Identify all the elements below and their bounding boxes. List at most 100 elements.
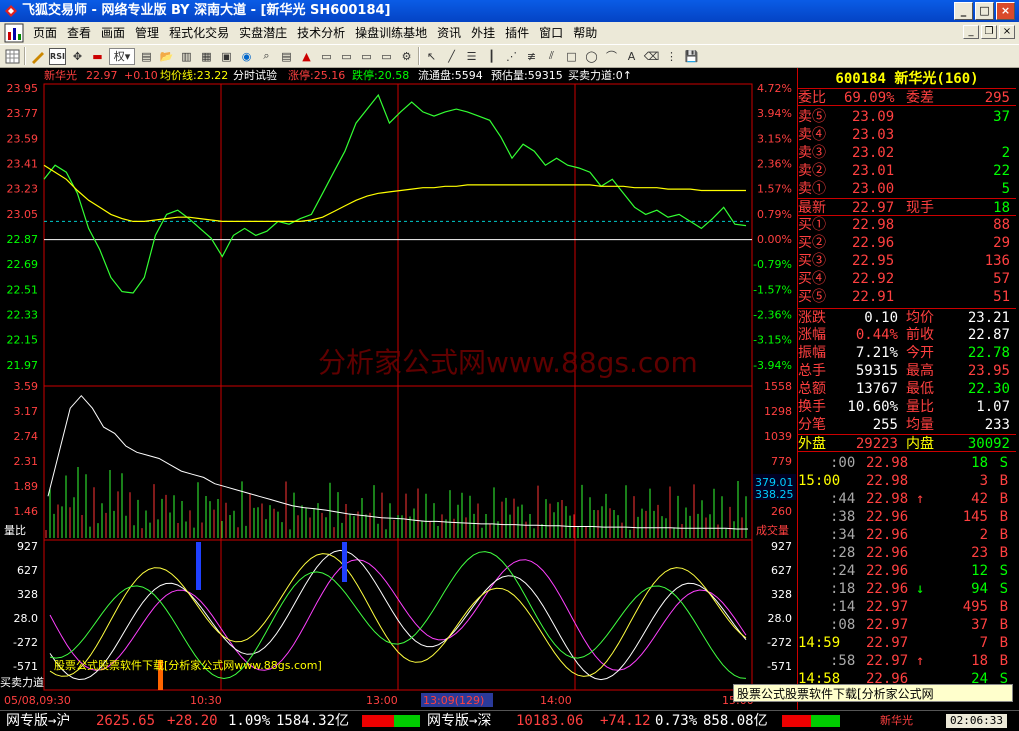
tick-volume: 37	[971, 617, 988, 633]
text-tool-icon[interactable]: A	[623, 48, 640, 65]
grid-icon[interactable]	[4, 48, 21, 65]
price-tick-label: 22.33	[7, 309, 39, 322]
parallel-tool-icon[interactable]: ⫽	[543, 48, 560, 65]
menu-training-base[interactable]: 操盘训练基地	[350, 22, 432, 44]
latest-price: 22.97	[852, 200, 895, 216]
price-line	[43, 93, 747, 294]
menu-program-trading[interactable]: 程式化交易	[164, 22, 234, 44]
vline-tool-icon[interactable]: ┃	[483, 48, 500, 65]
quote-panel: 600184 新华光(160) 委比 69.09% 委差 295 卖⑤ 23.09…	[797, 68, 1019, 710]
menu-screen[interactable]: 画面	[96, 22, 130, 44]
mdi-restore-button[interactable]: ❐	[981, 25, 997, 39]
menu-plugins[interactable]: 插件	[500, 22, 534, 44]
stat-label: 总手	[798, 363, 826, 379]
tick-price: 22.96	[866, 545, 909, 561]
rsi-icon[interactable]: RSI	[49, 47, 66, 65]
toolbar: RSI ✥ ▬ 权 ▾ ▤ 📂 ▥ ▦ ▣ ◉ ⌕ ▤ ▲ ▭ ▭ ▭ ▭ ⚙ ↖…	[0, 44, 1019, 68]
chart-app-icon[interactable]	[4, 23, 24, 43]
pct-tick-label: -1.57%	[753, 283, 792, 296]
channel-tool-icon[interactable]: ≢	[523, 48, 540, 65]
eraser-icon[interactable]: ⌫	[643, 48, 660, 65]
stat-label: 均价	[906, 310, 934, 326]
menu-view[interactable]: 查看	[62, 22, 96, 44]
rect-tool-icon[interactable]: □	[563, 48, 580, 65]
outer-value: 29223	[855, 436, 898, 452]
menu-plugins-external[interactable]: 外挂	[466, 22, 500, 44]
fan-tool-icon[interactable]: ⋰	[503, 48, 520, 65]
force-right-tick-label: 328	[771, 588, 792, 601]
window3-icon[interactable]: ▭	[358, 48, 375, 65]
window4-icon[interactable]: ▭	[378, 48, 395, 65]
buy-row: 买① 22.98 88	[798, 216, 1016, 234]
volratio-tick-label: 1.46	[14, 505, 39, 518]
tick-arrow: ↑	[916, 491, 925, 507]
alarm-icon[interactable]: ▲	[298, 48, 315, 65]
tick-volume: 3	[979, 473, 988, 489]
cursor-icon[interactable]: ↖	[423, 48, 440, 65]
stat-row: 分笔 255 均量 233	[798, 416, 1016, 434]
dots-icon[interactable]: ⋮	[663, 48, 680, 65]
time-axis-label: 13:09(129)	[423, 694, 484, 707]
menu-news[interactable]: 资讯	[432, 22, 466, 44]
magnify-icon[interactable]: ⌕	[258, 48, 275, 65]
line-tool-icon[interactable]: ╱	[443, 48, 460, 65]
sh-label[interactable]: 网专版→沪	[6, 711, 70, 731]
tools-icon[interactable]: ⚙	[398, 48, 415, 65]
window1-icon[interactable]: ▭	[318, 48, 335, 65]
tick-time: :00	[830, 455, 856, 471]
buy-price: 22.92	[852, 271, 895, 287]
move-icon[interactable]: ✥	[69, 48, 86, 65]
buy-level-label: 买③	[798, 253, 826, 269]
stat-value: 7.21%	[855, 345, 898, 361]
buy-level-label: 买⑤	[798, 289, 826, 305]
close-button[interactable]: ×	[996, 2, 1015, 20]
maximize-button[interactable]: □	[975, 2, 994, 20]
sell-price: 23.02	[852, 145, 895, 161]
menu-page[interactable]: 页面	[28, 22, 62, 44]
arc-tool-icon[interactable]: ⌒	[603, 48, 620, 65]
mdi-minimize-button[interactable]: _	[963, 25, 979, 39]
book-icon[interactable]: ▣	[218, 48, 235, 65]
tick-price: 22.97	[866, 635, 909, 651]
menu-window[interactable]: 窗口	[534, 22, 568, 44]
sz-index: 10183.06	[516, 713, 584, 729]
ellipse-tool-icon[interactable]: ◯	[583, 48, 600, 65]
tick-volume: 12	[971, 563, 988, 579]
tick-row: :08 22.97 37 B	[798, 616, 1016, 634]
zoom-out-icon[interactable]: ▬	[89, 48, 106, 65]
stat-row: 涨幅 0.44% 前收 22.87	[798, 326, 1016, 344]
chart-estimate: 预估量:59315	[491, 69, 563, 82]
mdi-close-button[interactable]: ×	[999, 25, 1015, 39]
doc-icon[interactable]: ▤	[138, 48, 155, 65]
stat-label: 今开	[906, 345, 934, 361]
stat-row: 换手 10.60% 量比 1.07	[798, 398, 1016, 416]
menu-help[interactable]: 帮助	[568, 22, 602, 44]
stat-label: 换手	[798, 399, 826, 415]
stat-value: 1.07	[976, 399, 1010, 415]
save-icon[interactable]: 💾	[683, 48, 700, 65]
sell-row: 卖④ 23.03	[798, 126, 1016, 144]
sz-amount: 858.08亿	[703, 713, 768, 729]
ad-banner[interactable]: 股票公式股票软件下载[分析家公式网www.88gs.com]	[733, 684, 1013, 719]
menu-manage[interactable]: 管理	[130, 22, 164, 44]
stack-icon[interactable]: ▤	[278, 48, 295, 65]
intraday-chart[interactable]: 新华光 22.97 +0.10 均价线:23.22 分时试验 涨停:25.16 …	[0, 68, 797, 710]
hline-tool-icon[interactable]: ☰	[463, 48, 480, 65]
globe-icon[interactable]: ◉	[238, 48, 255, 65]
rights-dropdown[interactable]: 权 ▾	[109, 47, 135, 65]
menu-live-dealer[interactable]: 实盘潜庄	[234, 22, 292, 44]
pct-tick-label: -3.15%	[753, 334, 792, 347]
open-icon[interactable]: 📂	[158, 48, 175, 65]
edit-icon[interactable]	[29, 48, 46, 65]
tick-side: B	[999, 545, 1008, 561]
pct-tick-label: 1.57%	[757, 183, 792, 196]
tick-row: :24 22.96 12 S	[798, 562, 1016, 580]
menu-technical-analysis[interactable]: 技术分析	[292, 22, 350, 44]
window2-icon[interactable]: ▭	[338, 48, 355, 65]
print-icon[interactable]: ▦	[198, 48, 215, 65]
inner-value: 30092	[967, 436, 1010, 452]
stat-label: 最高	[906, 363, 934, 379]
sz-label[interactable]: 网专版→深	[427, 711, 491, 731]
chart-icon[interactable]: ▥	[178, 48, 195, 65]
minimize-button[interactable]: _	[954, 2, 973, 20]
